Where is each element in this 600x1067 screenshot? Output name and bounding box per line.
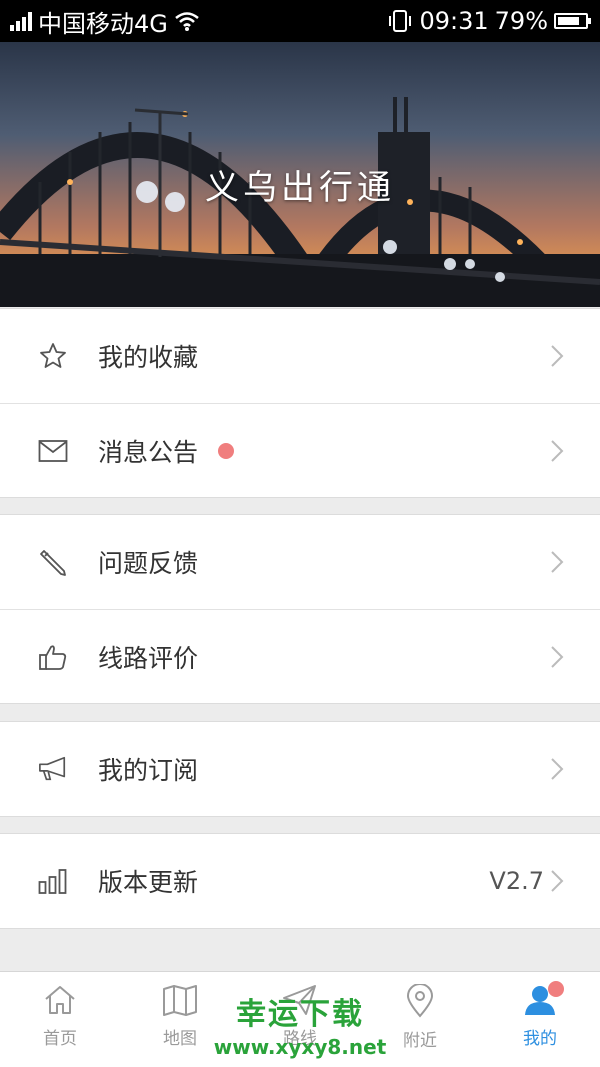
wifi-icon <box>175 12 199 31</box>
carrier-label: 中国移动4G <box>38 9 168 38</box>
route-rating-label: 线路评价 <box>98 643 199 673</box>
menu-group-favorites: 我的收藏 消息公告 <box>0 308 600 498</box>
menu-group-feedback: 问题反馈 线路评价 <box>0 514 600 704</box>
pencil-icon <box>38 547 68 577</box>
tab-mine-label: 我的 <box>523 1029 557 1049</box>
chevron-right-icon <box>551 758 564 780</box>
hero-banner: 义乌出行通 <box>0 42 600 307</box>
tab-home-label: 首页 <box>43 1029 77 1049</box>
tab-map[interactable]: 地图 <box>120 972 240 1067</box>
chevron-right-icon <box>551 870 564 892</box>
bottom-tab-bar: 首页 地图 路线 附近 我的 <box>0 971 600 1067</box>
tab-nearby[interactable]: 附近 <box>360 972 480 1067</box>
map-icon <box>163 985 197 1016</box>
home-icon <box>45 986 75 1014</box>
update-label: 版本更新 <box>98 868 199 897</box>
bar-chart-icon <box>38 866 68 896</box>
tab-mine[interactable]: 我的 <box>480 972 600 1067</box>
tab-route[interactable]: 路线 <box>240 972 360 1067</box>
clock: 09:31 <box>419 7 489 35</box>
tab-nearby-label: 附近 <box>403 1031 437 1051</box>
feedback-label: 问题反馈 <box>98 549 199 578</box>
tab-home[interactable]: 首页 <box>0 972 120 1067</box>
signal-icon <box>10 11 32 31</box>
notices-row[interactable]: 消息公告 <box>0 403 600 497</box>
notification-badge <box>548 981 564 997</box>
megaphone-icon <box>38 754 68 784</box>
favorites-label: 我的收藏 <box>98 343 199 372</box>
unread-dot <box>218 442 235 459</box>
battery-percent: 79% <box>494 7 548 35</box>
notices-label: 消息公告 <box>98 437 199 467</box>
star-icon <box>38 341 68 371</box>
mail-icon <box>38 436 68 466</box>
chevron-right-icon <box>551 645 564 668</box>
app-title: 义乌出行通 <box>205 168 395 208</box>
subscriptions-row[interactable]: 我的订阅 <box>0 722 600 816</box>
menu-group-update: 版本更新 V2.7 <box>0 833 600 929</box>
route-rating-row[interactable]: 线路评价 <box>0 609 600 703</box>
chevron-right-icon <box>551 551 564 573</box>
chevron-right-icon <box>551 345 564 367</box>
location-pin-icon <box>406 984 434 1018</box>
feedback-row[interactable]: 问题反馈 <box>0 515 600 609</box>
battery-icon <box>554 13 591 29</box>
version-value: V2.7 <box>489 867 544 895</box>
paper-plane-icon <box>283 985 316 1015</box>
tab-map-label: 地图 <box>163 1029 197 1049</box>
thumbs-up-icon <box>38 642 68 672</box>
tab-route-label: 路线 <box>283 1029 317 1049</box>
menu-group-subscriptions: 我的订阅 <box>0 721 600 817</box>
status-bar: 中国移动4G 09:31 79% <box>0 0 600 42</box>
vibrate-icon <box>389 10 412 32</box>
subscriptions-label: 我的订阅 <box>98 756 199 785</box>
chevron-right-icon <box>551 439 564 462</box>
update-row[interactable]: 版本更新 V2.7 <box>0 834 600 928</box>
favorites-row[interactable]: 我的收藏 <box>0 309 600 403</box>
